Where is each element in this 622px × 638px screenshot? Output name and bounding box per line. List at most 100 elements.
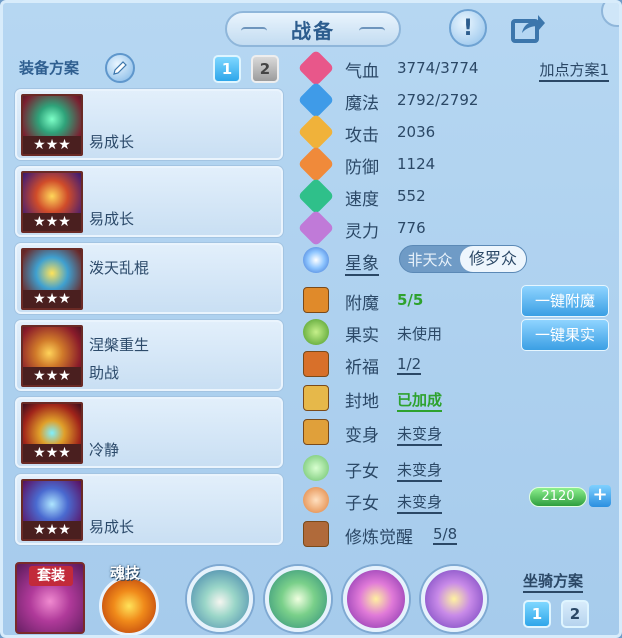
soul-skill-label: 魂技	[109, 564, 140, 582]
info-button[interactable]: !	[449, 9, 487, 47]
extra-value[interactable]: 未变身	[397, 491, 443, 514]
child-icon	[303, 487, 329, 513]
bottom-bar: 套装 魂技 坐骑方案 1 2	[3, 556, 619, 635]
sword-icon	[297, 113, 335, 151]
stat-label: 攻击	[345, 126, 379, 146]
star-sign-row: 星象 非天众 修罗众	[299, 245, 615, 276]
star-sign-toggle[interactable]: 非天众 修罗众	[399, 245, 527, 273]
equipment-slot-2[interactable]: ★★★ 易成长	[15, 166, 283, 237]
child-row-1: 子女 未变身	[299, 453, 615, 483]
toggle-option-b[interactable]: 修罗众	[460, 246, 526, 272]
toggle-option-a[interactable]: 非天众	[400, 249, 460, 270]
extra-value: 5/5	[397, 291, 424, 309]
add-point-plan-link[interactable]: 加点方案1	[539, 59, 609, 82]
stat-value: 1124	[397, 155, 436, 173]
extra-value[interactable]: 未变身	[397, 459, 443, 482]
equipment-icon: ★★★	[21, 325, 83, 387]
extra-label: 祈福	[345, 358, 379, 378]
stat-row-hp: 气血 3774/3774 加点方案1	[297, 49, 615, 87]
extra-value[interactable]: 未变身	[397, 423, 443, 446]
equipment-panel: 装备方案 1 2 ★★★ 易成长 ★★★ 易成长 ★★★ 泼天乱棍 ★★★ 涅槃…	[11, 51, 289, 551]
soul-skill-button[interactable]: 魂技	[95, 562, 165, 635]
mount-tab-2[interactable]: 2	[561, 600, 589, 628]
child-icon	[303, 455, 329, 481]
spirit-icon	[297, 209, 335, 247]
slot-bottom-label: 易成长	[89, 210, 135, 228]
star-sign-label[interactable]: 星象	[345, 249, 379, 276]
stat-label: 灵力	[345, 222, 379, 242]
stat-row-speed: 速度 552	[297, 177, 615, 215]
share-icon	[511, 15, 545, 43]
extra-label: 子女	[345, 462, 379, 482]
close-button[interactable]	[601, 3, 619, 27]
orb-slot-4[interactable]	[421, 566, 487, 632]
stat-value: 2036	[397, 123, 436, 141]
pencil-icon	[113, 61, 127, 75]
equipment-slot-5[interactable]: ★★★ 冷静	[15, 397, 283, 468]
equipment-icon: ★★★	[21, 171, 83, 233]
equipment-icon: ★★★	[21, 479, 83, 541]
slot-bottom-label: 易成长	[89, 133, 135, 151]
fruit-icon	[303, 319, 329, 345]
suit-button[interactable]: 套装	[15, 562, 85, 634]
star-rating: ★★★	[23, 521, 81, 539]
lightning-icon	[297, 177, 335, 215]
star-rating: ★★★	[23, 444, 81, 462]
stat-label: 气血	[345, 62, 379, 82]
orb-slot-1[interactable]	[187, 566, 253, 632]
extra-label: 子女	[345, 494, 379, 514]
extra-label: 修炼觉醒	[345, 528, 413, 548]
suit-label: 套装	[29, 566, 73, 586]
soul-skill-icon	[99, 576, 159, 635]
star-rating: ★★★	[23, 136, 81, 154]
blessing-icon	[303, 351, 329, 377]
one-click-fruit-button[interactable]: 一键果实	[521, 319, 609, 351]
share-button[interactable]	[509, 9, 547, 47]
cultivation-icon	[303, 521, 329, 547]
slot-bottom-label: 易成长	[89, 518, 135, 536]
stat-row-spirit: 灵力 776	[297, 209, 615, 247]
equipment-icon: ★★★	[21, 248, 83, 310]
equipment-slot-3[interactable]: ★★★ 泼天乱棍	[15, 243, 283, 314]
edit-button[interactable]	[105, 53, 135, 83]
transform-icon	[303, 419, 329, 445]
stat-label: 防御	[345, 158, 379, 178]
extra-label: 封地	[345, 392, 379, 412]
extra-value: 未使用	[397, 325, 443, 343]
title-banner: 战备	[225, 11, 401, 47]
fief-icon	[303, 385, 329, 411]
transform-row: 变身 未变身	[299, 417, 615, 447]
plan-tab-2[interactable]: 2	[251, 55, 279, 83]
orb-slot-3[interactable]	[343, 566, 409, 632]
star-rating: ★★★	[23, 213, 81, 231]
star-icon	[303, 247, 329, 273]
equipment-icon: ★★★	[21, 94, 83, 156]
orb-slot-2[interactable]	[265, 566, 331, 632]
equipment-icon: ★★★	[21, 402, 83, 464]
extra-value[interactable]: 1/2	[397, 355, 422, 375]
star-rating: ★★★	[23, 367, 81, 385]
slot-top-label: 涅槃重生	[89, 336, 150, 354]
stat-label: 魔法	[345, 94, 379, 114]
one-click-enchant-button[interactable]: 一键附魔	[521, 285, 609, 317]
extra-value[interactable]: 5/8	[433, 525, 458, 545]
growth-bar: 2120	[529, 487, 587, 507]
equipment-plan-header: 装备方案	[19, 59, 80, 77]
star-rating: ★★★	[23, 290, 81, 308]
plan-tab-1[interactable]: 1	[213, 55, 241, 83]
plus-button[interactable]: +	[589, 485, 611, 507]
attributes-panel: 气血 3774/3774 加点方案1 魔法 2792/2792 攻击 2036 …	[297, 49, 615, 551]
extra-value[interactable]: 已加成	[397, 389, 443, 412]
cultivation-row: 修炼觉醒 5/8	[299, 519, 615, 549]
equipment-slot-6[interactable]: ★★★ 易成长	[15, 474, 283, 545]
stat-value: 3774/3774	[397, 59, 479, 77]
mount-tab-1[interactable]: 1	[523, 600, 551, 628]
mana-icon	[297, 81, 335, 119]
heart-icon	[297, 49, 335, 87]
stat-row-defense: 防御 1124	[297, 145, 615, 183]
fief-row: 封地 已加成	[299, 383, 615, 413]
extra-label: 附魔	[345, 294, 379, 314]
equipment-slot-4[interactable]: ★★★ 涅槃重生 助战	[15, 320, 283, 391]
exclamation-icon: !	[462, 15, 474, 41]
equipment-slot-1[interactable]: ★★★ 易成长	[15, 89, 283, 160]
